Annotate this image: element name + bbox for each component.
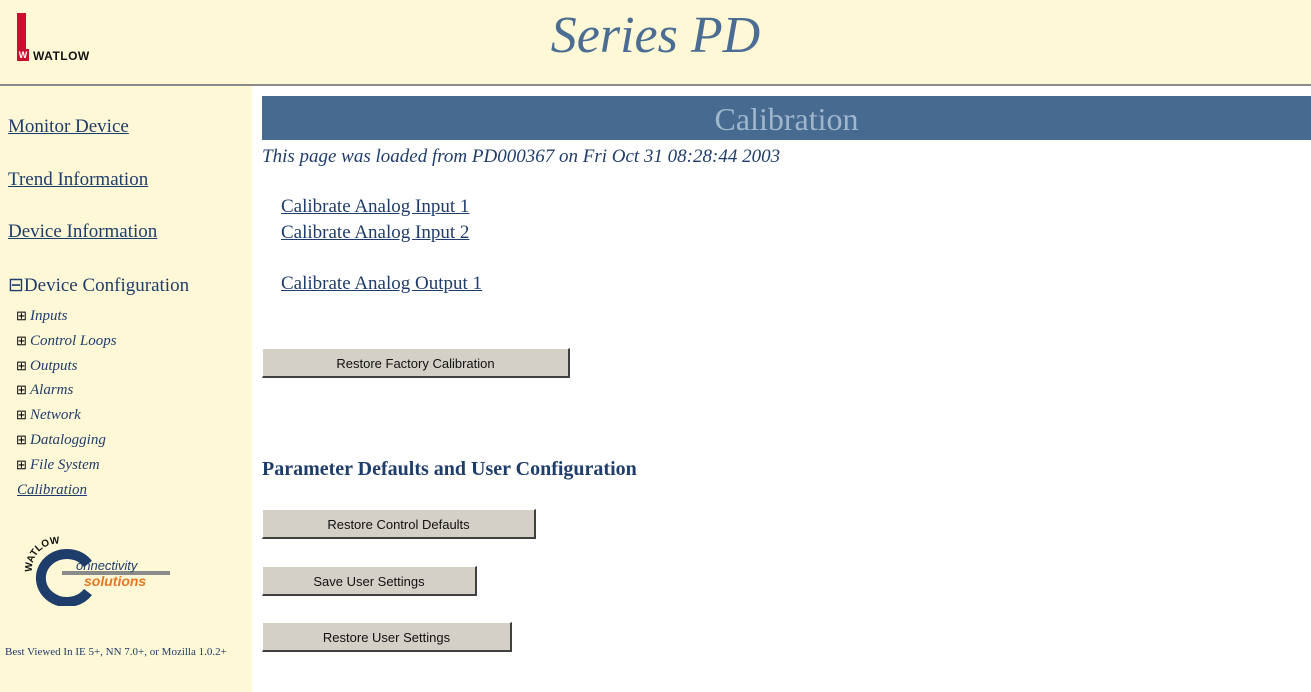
tree-item-file-system[interactable]: ⊞ File System: [16, 453, 117, 478]
restore-control-defaults-button[interactable]: Restore Control Defaults: [262, 509, 536, 539]
section-title-bar: Calibration: [262, 96, 1311, 140]
expand-icon[interactable]: ⊞: [16, 329, 30, 354]
calibration-link[interactable]: Calibration: [17, 482, 87, 498]
expand-icon[interactable]: ⊞: [16, 428, 30, 453]
tree-item-outputs[interactable]: ⊞ Outputs: [16, 354, 117, 379]
page-loaded-info: This page was loaded from PD000367 on Fr…: [262, 146, 781, 167]
browser-note: Best Viewed In IE 5+, NN 7.0+, or Mozill…: [5, 646, 227, 658]
sidebar-link-device-information[interactable]: Device Information: [8, 221, 157, 243]
connectivity-solutions-logo[interactable]: WATLOW onnectivity solutions C: [18, 526, 178, 607]
tree-item-inputs[interactable]: ⊞ Inputs: [16, 304, 117, 329]
main-content: Calibration This page was loaded from PD…: [262, 96, 1311, 652]
tree-item-label: Network: [30, 407, 81, 424]
connectivity-logo-graphic: WATLOW onnectivity solutions: [24, 535, 170, 607]
page-title: Series PD: [550, 7, 761, 64]
tree-item-label: Datalogging: [30, 431, 106, 448]
expand-icon[interactable]: ⊞: [16, 403, 30, 428]
sidebar-link-monitor-device[interactable]: Monitor Device: [8, 116, 129, 138]
sidebar: Monitor Device Trend Information Device …: [0, 86, 252, 692]
logo-text-connectivity: onnectivity: [76, 558, 139, 573]
sidebar-link-trend-information[interactable]: Trend Information: [8, 169, 148, 191]
restore-user-settings-button[interactable]: Restore User Settings: [262, 622, 512, 652]
calibrate-analog-output-1-link[interactable]: Calibrate Analog Output 1: [281, 273, 482, 295]
config-tree: ⊞ Inputs ⊞ Control Loops ⊞ Outputs ⊞ Alarms …: [16, 304, 117, 502]
tree-item-label: Inputs: [30, 308, 68, 324]
tree-item-datalogging[interactable]: ⊞ Datalogging: [16, 428, 117, 453]
tree-root-label: Device Configuration: [23, 275, 190, 296]
tree-device-configuration[interactable]: ⊟Device Configuration: [8, 274, 189, 297]
tree-item-label: Alarms: [30, 382, 74, 399]
tree-item-network[interactable]: ⊞ Network: [16, 403, 117, 428]
defaults-heading: Parameter Defaults and User Configuratio…: [262, 458, 637, 480]
calibrate-analog-input-1-link[interactable]: Calibrate Analog Input 1: [281, 196, 469, 218]
tree-item-control-loops[interactable]: ⊞ Control Loops: [16, 329, 117, 354]
tree-item-label: Outputs: [30, 357, 78, 374]
expand-icon[interactable]: ⊞: [16, 378, 30, 403]
tree-item-label: File System: [30, 456, 100, 473]
tree-item-calibration[interactable]: Calibration: [16, 478, 117, 503]
calibrate-analog-input-2-link[interactable]: Calibrate Analog Input 2: [281, 222, 469, 244]
tree-item-label: Control Loops: [30, 332, 117, 349]
expand-icon[interactable]: ⊞: [16, 304, 30, 329]
logo-text-solutions: solutions: [84, 573, 146, 589]
tree-item-alarms[interactable]: ⊞ Alarms: [16, 378, 117, 403]
expand-icon[interactable]: ⊞: [16, 354, 30, 379]
expand-icon[interactable]: ⊞: [16, 453, 30, 478]
header: W WATLOW Series PD: [0, 0, 1311, 86]
save-user-settings-button[interactable]: Save User Settings: [262, 566, 477, 596]
restore-factory-calibration-button[interactable]: Restore Factory Calibration: [262, 348, 570, 378]
collapse-icon[interactable]: ⊟: [8, 275, 24, 296]
